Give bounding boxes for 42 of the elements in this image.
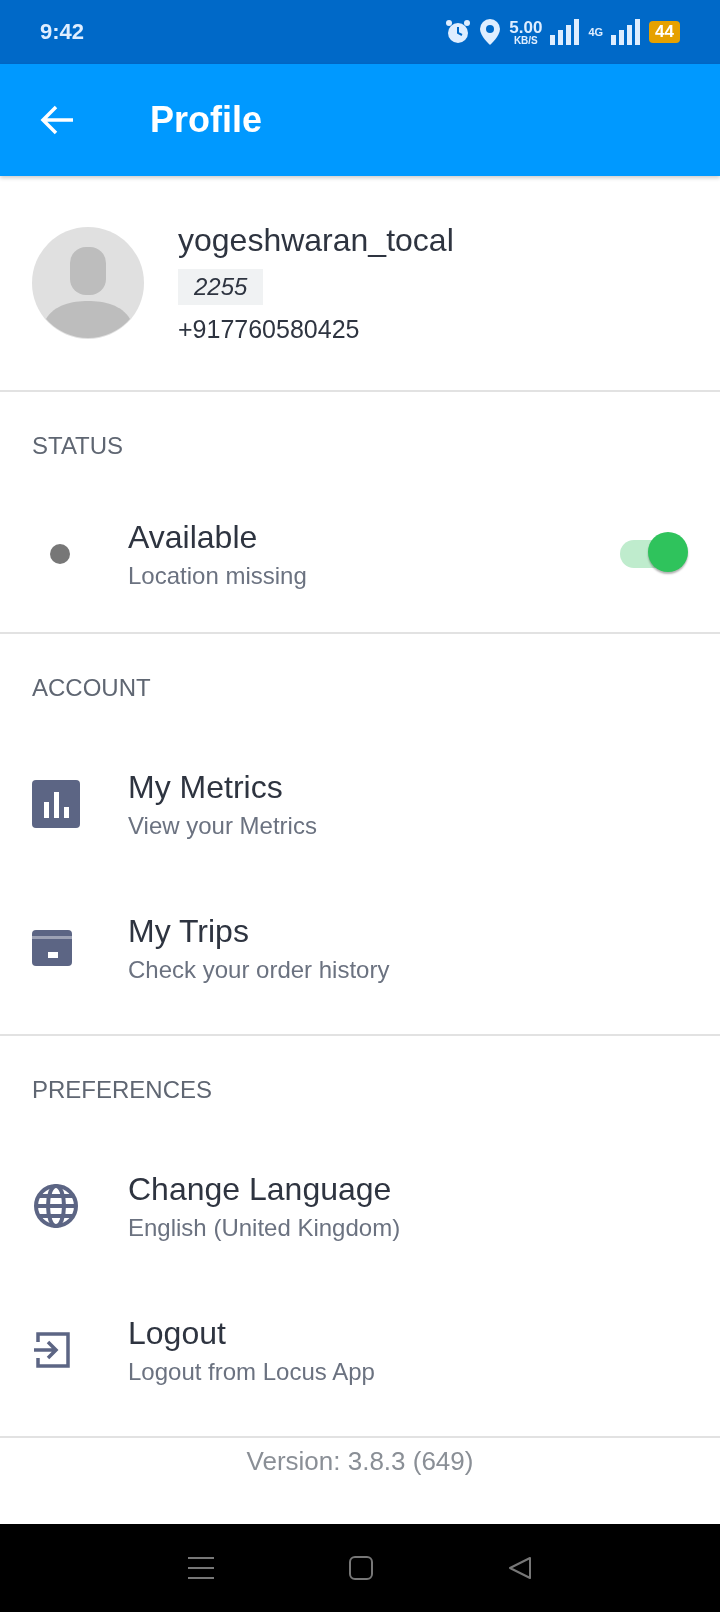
- avatar-icon: [32, 227, 144, 339]
- row-subtitle: Check your order history: [128, 955, 390, 984]
- network-type: 4G: [588, 26, 604, 38]
- back-triangle-icon[interactable]: [508, 1556, 533, 1580]
- battery-level: 44: [649, 21, 680, 43]
- tray-icon: [32, 930, 72, 966]
- section-heading: PREFERENCES: [31, 1075, 214, 1105]
- row-title: My Metrics: [128, 768, 283, 806]
- page-title: Profile: [150, 99, 263, 141]
- version-text: Version: 3.8.3 (649): [246, 1446, 474, 1477]
- settings-row[interactable]: My Trips Check your order history: [0, 876, 720, 1020]
- row-subtitle: Location missing: [128, 561, 307, 590]
- network-speed: 5.00: [509, 18, 543, 36]
- status-dot-icon: [50, 544, 70, 564]
- settings-row[interactable]: Change Language English (United Kingdom): [0, 1134, 720, 1278]
- home-square-icon[interactable]: [349, 1556, 373, 1580]
- user-code: 2255: [178, 269, 264, 305]
- signal-icon: [611, 19, 642, 45]
- clock-time: 9:42: [40, 19, 86, 45]
- row-title: Logout: [128, 1314, 226, 1352]
- back-arrow-icon[interactable]: [40, 105, 74, 135]
- row-title: Change Language: [128, 1170, 392, 1208]
- row-subtitle: Logout from Locus App: [128, 1357, 375, 1386]
- globe-icon: [32, 1182, 80, 1230]
- menu-icon[interactable]: [187, 1556, 214, 1580]
- settings-row[interactable]: Available Location missing: [0, 490, 720, 618]
- section-heading: STATUS: [31, 431, 125, 461]
- speed-unit: KB/S: [513, 35, 538, 46]
- settings-row[interactable]: My Metrics View your Metrics: [0, 732, 720, 876]
- logout-icon: [32, 1330, 72, 1370]
- row-title: My Trips: [128, 912, 249, 950]
- row-subtitle: View your Metrics: [128, 811, 317, 840]
- section-heading: ACCOUNT: [31, 673, 152, 703]
- row-subtitle: English (United Kingdom): [128, 1213, 401, 1242]
- alarm-icon: [445, 19, 472, 45]
- signal-icon: [550, 19, 581, 45]
- row-title: Available: [128, 518, 258, 556]
- bar-chart-icon: [32, 780, 80, 828]
- location-icon: [479, 19, 502, 45]
- username: yogeshwaran_tocal: [178, 222, 454, 259]
- settings-row[interactable]: Logout Logout from Locus App: [0, 1278, 720, 1422]
- phone-number: +917760580425: [178, 315, 360, 344]
